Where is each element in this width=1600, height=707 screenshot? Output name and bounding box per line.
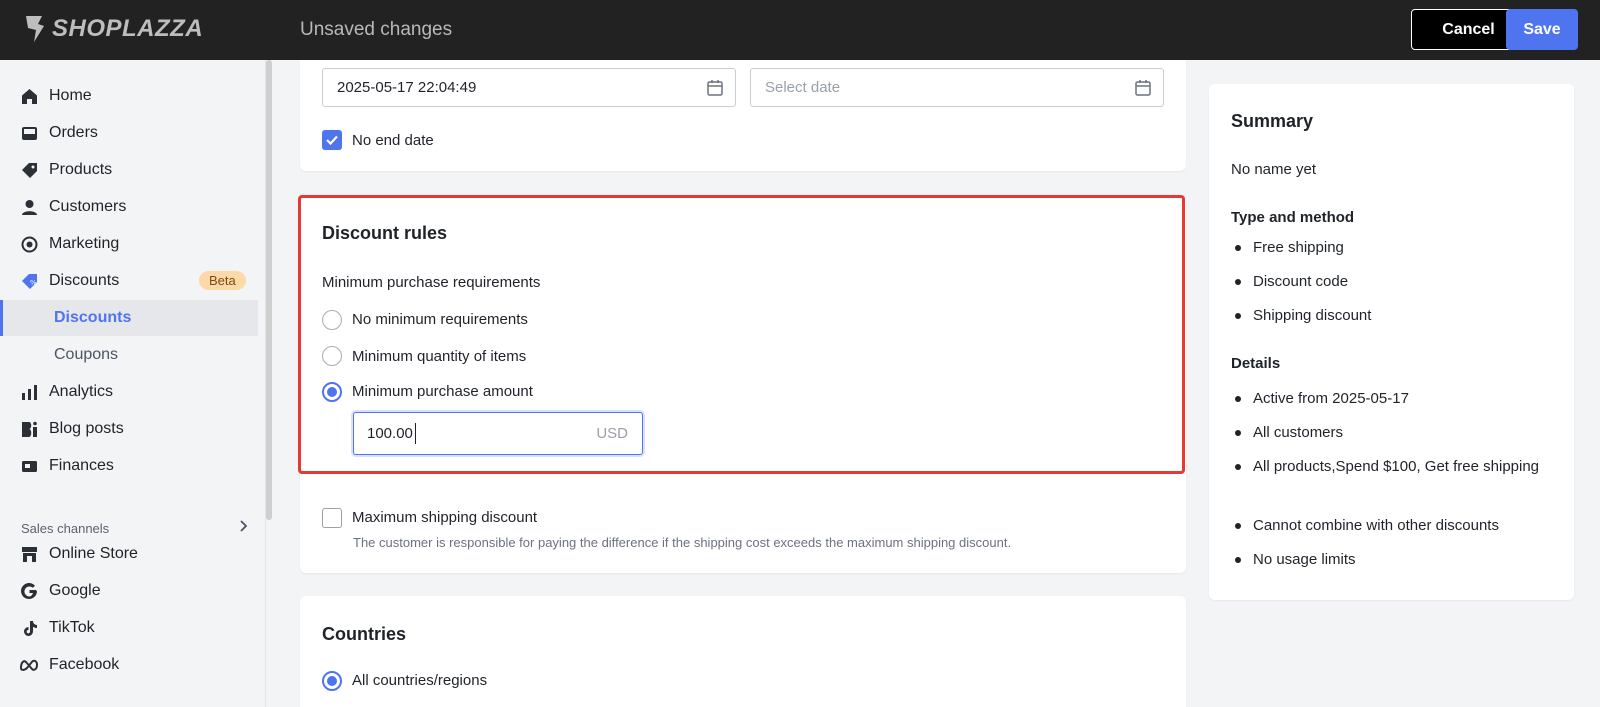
sidebar-item-label: Customers — [49, 198, 127, 215]
sidebar-item-products[interactable]: Products — [0, 152, 258, 188]
sidebar: Home Orders Products Customers Marketing… — [0, 60, 266, 707]
highlight-box — [298, 195, 1185, 474]
calendar-icon — [1135, 80, 1151, 96]
blog-icon — [20, 420, 38, 438]
target-icon — [20, 235, 38, 253]
inbox-icon — [20, 124, 38, 142]
summary-details-title: Details — [1231, 355, 1281, 372]
home-icon — [20, 87, 38, 105]
radio-all-countries[interactable] — [322, 671, 342, 691]
sidebar-item-label: Orders — [49, 124, 98, 141]
sidebar-item-label: Online Store — [49, 545, 138, 562]
sidebar-item-home[interactable]: Home — [0, 78, 258, 114]
sidebar-item-discounts[interactable]: % Discounts Beta — [0, 263, 258, 299]
sidebar-item-finances[interactable]: Finances — [0, 448, 258, 484]
sidebar-item-blog-posts[interactable]: Blog posts — [0, 411, 258, 447]
sidebar-item-label: Facebook — [49, 656, 120, 673]
summary-card: Summary No name yet Type and method Free… — [1209, 84, 1574, 600]
sidebar-item-online-store[interactable]: Online Store — [0, 536, 258, 572]
summary-detail-item: All customers — [1235, 420, 1543, 445]
active-dates-card: 2025-05-17 22:04:49 Select date No end d… — [300, 60, 1186, 171]
end-date-input[interactable]: Select date — [750, 68, 1164, 107]
countries-title: Countries — [322, 624, 407, 644]
summary-type-item: Shipping discount — [1235, 303, 1543, 328]
sidebar-item-label: Blog posts — [49, 420, 124, 437]
max-shipping-checkbox[interactable] — [322, 508, 342, 528]
store-icon — [20, 545, 38, 563]
sidebar-item-marketing[interactable]: Marketing — [0, 226, 258, 262]
sidebar-item-orders[interactable]: Orders — [0, 115, 258, 151]
start-date-value: 2025-05-17 22:04:49 — [337, 79, 477, 96]
google-icon — [20, 582, 38, 600]
summary-detail-item: No usage limits — [1235, 547, 1543, 572]
start-date-input[interactable]: 2025-05-17 22:04:49 — [322, 68, 736, 107]
sidebar-item-label: Products — [49, 161, 113, 178]
sidebar-item-google[interactable]: Google — [0, 573, 258, 609]
sidebar-item-label: Marketing — [49, 235, 120, 252]
sidebar-item-label: Analytics — [49, 383, 114, 400]
sidebar-subitem-coupons[interactable]: Coupons — [0, 337, 258, 373]
summary-detail-item: All products,Spend $100, Get free shippi… — [1235, 454, 1543, 479]
svg-text:%: % — [30, 279, 37, 287]
summary-detail-item: Active from 2025-05-17 — [1235, 386, 1543, 411]
chevron-right-icon[interactable] — [236, 519, 250, 533]
sidebar-scrollbar[interactable] — [266, 60, 272, 520]
calendar-icon — [707, 80, 723, 96]
logo-text: SHOPLAZZA — [52, 15, 204, 42]
radio-all-countries-label: All countries/regions — [352, 672, 488, 689]
sidebar-item-label: Discounts — [49, 272, 120, 289]
sidebar-item-label: Discounts — [54, 309, 132, 326]
shoplazza-logo[interactable]: SHOPLAZZA — [20, 14, 203, 44]
sidebar-item-tiktok[interactable]: TikTok — [0, 610, 258, 646]
top-bar: SHOPLAZZA Unsaved changes Cancel Save — [0, 0, 1600, 60]
summary-detail-item: Cannot combine with other discounts — [1235, 513, 1543, 538]
sidebar-item-customers[interactable]: Customers — [0, 189, 258, 225]
sales-channels-label: Sales channels — [21, 521, 110, 536]
beta-badge: Beta — [199, 271, 246, 290]
discount-tag-icon: % — [20, 272, 38, 290]
summary-type-item: Free shipping — [1235, 235, 1543, 260]
sidebar-item-label: TikTok — [49, 619, 95, 636]
sidebar-item-facebook[interactable]: Facebook — [0, 647, 258, 683]
unsaved-status: Unsaved changes — [300, 19, 453, 40]
summary-type-title: Type and method — [1231, 209, 1355, 226]
checkmark-icon — [326, 135, 338, 146]
summary-name: No name yet — [1231, 161, 1317, 178]
countries-card: Countries All countries/regions — [300, 596, 1186, 707]
meta-icon — [20, 656, 38, 674]
tiktok-icon — [20, 619, 38, 637]
no-end-date-label: No end date — [352, 132, 434, 149]
person-icon — [20, 198, 38, 216]
finance-icon — [20, 457, 38, 475]
summary-title: Summary — [1231, 111, 1314, 131]
end-date-placeholder: Select date — [765, 79, 841, 96]
bar-chart-icon — [20, 383, 38, 401]
sidebar-item-label: Coupons — [54, 346, 119, 363]
sidebar-item-label: Home — [49, 87, 92, 104]
tag-icon — [20, 161, 38, 179]
max-shipping-help: The customer is responsible for paying t… — [353, 535, 1012, 550]
sidebar-item-label: Google — [49, 582, 101, 599]
sidebar-item-analytics[interactable]: Analytics — [0, 374, 258, 410]
logo-icon — [26, 16, 44, 42]
max-shipping-label: Maximum shipping discount — [352, 509, 538, 526]
no-end-date-checkbox[interactable] — [322, 130, 342, 150]
sidebar-subitem-discounts[interactable]: Discounts — [0, 300, 258, 336]
summary-type-item: Discount code — [1235, 269, 1543, 294]
save-button[interactable]: Save — [1506, 9, 1578, 50]
sidebar-item-label: Finances — [49, 457, 114, 474]
